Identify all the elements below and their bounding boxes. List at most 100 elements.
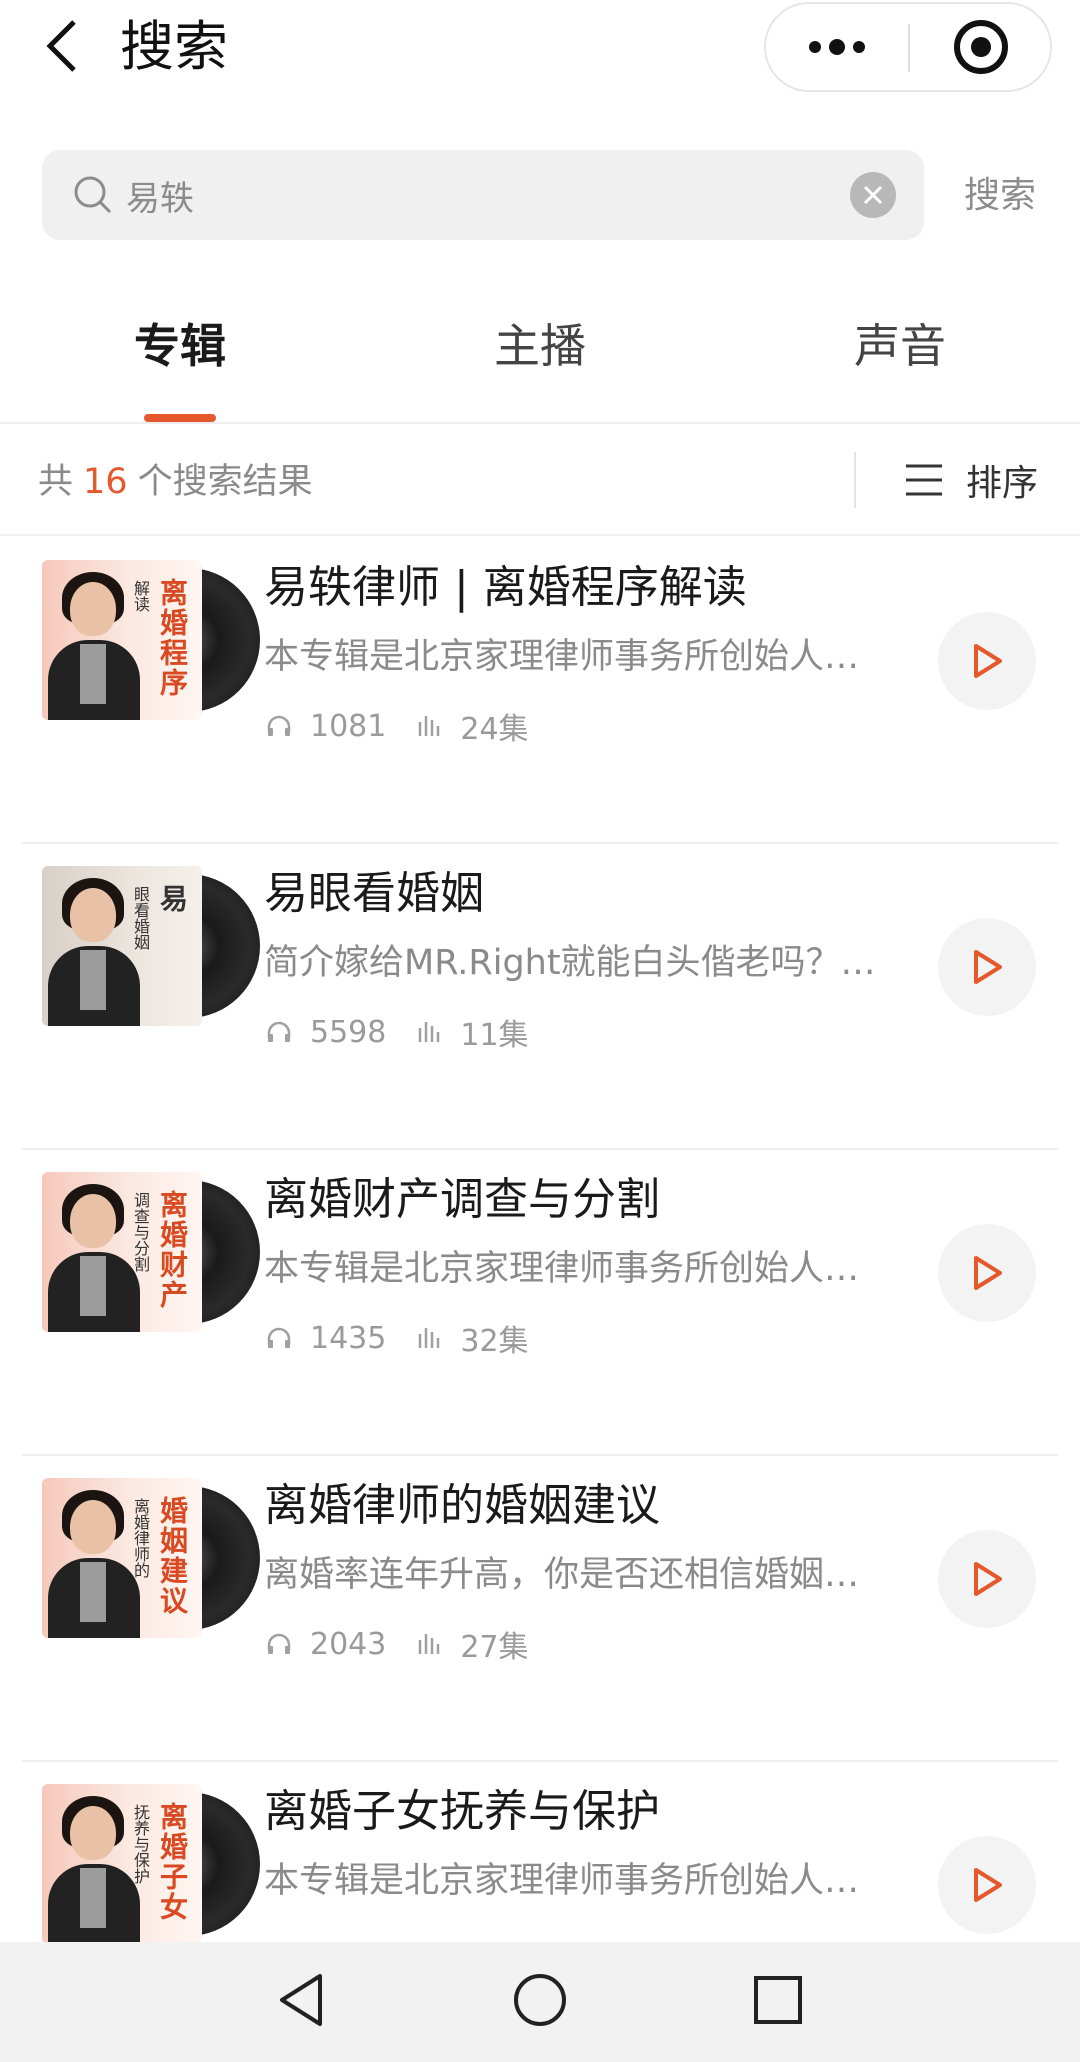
cover-image: 易 眼看婚姻 <box>42 866 202 1026</box>
album-description: 简介嫁给MR.Right就能白头偕老吗？… <box>264 943 876 983</box>
album-meta: 2043 27集 <box>264 1622 529 1666</box>
play-icon <box>974 1562 1002 1596</box>
sort-lines-icon <box>906 464 942 496</box>
clear-search-button[interactable] <box>850 172 896 218</box>
active-tab-indicator <box>144 414 216 422</box>
play-count: 5598 <box>310 1014 387 1050</box>
cover-image: 离婚程序 解读 <box>42 560 202 720</box>
album-cover: 易 眼看婚姻 <box>42 866 260 1026</box>
play-icon <box>974 950 1002 984</box>
close-icon <box>863 185 883 205</box>
header-bar: 搜索 <box>0 0 1080 100</box>
search-input[interactable] <box>126 150 866 240</box>
search-row: 搜索 <box>0 150 1080 242</box>
more-button[interactable] <box>766 4 908 90</box>
album-item[interactable]: 离婚财产 调查与分割 离婚财产调查与分割 本专辑是北京家理律师事务所创始人… 1… <box>22 1150 1058 1456</box>
play-button[interactable] <box>938 1224 1036 1322</box>
summary-divider <box>854 452 856 508</box>
album-title: 易眼看婚姻 <box>264 868 484 919</box>
episodes-bars-icon <box>414 1629 444 1659</box>
album-description: 本专辑是北京家理律师事务所创始人… <box>264 1249 860 1289</box>
headphones-icon <box>264 1017 294 1047</box>
cover-title: 离婚子女 <box>156 1802 189 1922</box>
result-summary-bar: 共 16 个搜索结果 排序 <box>0 426 1080 536</box>
headphones-icon <box>264 711 294 741</box>
cover-subtitle: 调查与分割 <box>131 1192 150 1272</box>
album-item[interactable]: 离婚程序 解读 易轶律师 | 离婚程序解读 本专辑是北京家理律师事务所创始人… … <box>22 538 1058 844</box>
album-list: 离婚程序 解读 易轶律师 | 离婚程序解读 本专辑是北京家理律师事务所创始人… … <box>0 538 1080 1942</box>
episodes-bars-icon <box>414 711 444 741</box>
album-description: 本专辑是北京家理律师事务所创始人… <box>264 1861 860 1901</box>
episode-count: 24集 <box>460 712 529 747</box>
result-count: 16 <box>83 462 128 502</box>
nav-home-icon[interactable] <box>508 1968 572 2032</box>
album-item[interactable]: 易 眼看婚姻 易眼看婚姻 简介嫁给MR.Right就能白头偕老吗？… 5598 … <box>22 844 1058 1150</box>
album-meta: 1435 32集 <box>264 1316 529 1360</box>
tab-anchors[interactable]: 主播 <box>420 316 660 376</box>
result-count-text: 共 16 个搜索结果 <box>38 454 313 510</box>
episode-count: 27集 <box>460 1630 529 1665</box>
play-count: 1435 <box>310 1320 387 1356</box>
more-dots-icon <box>809 39 865 55</box>
tab-sounds[interactable]: 声音 <box>780 316 1020 376</box>
cover-image: 离婚子女 抚养与保护 <box>42 1784 202 1942</box>
album-cover: 离婚财产 调查与分割 <box>42 1172 260 1332</box>
play-button[interactable] <box>938 1530 1036 1628</box>
album-title: 离婚律师的婚姻建议 <box>264 1480 660 1531</box>
nav-back-icon[interactable] <box>270 1968 334 2032</box>
album-item[interactable]: 离婚子女 抚养与保护 离婚子女抚养与保护 本专辑是北京家理律师事务所创始人… <box>22 1762 1058 1942</box>
sort-label: 排序 <box>966 463 1039 504</box>
cover-title: 易 <box>156 884 189 914</box>
mini-program-capsule <box>764 2 1052 92</box>
play-count: 1081 <box>310 708 387 744</box>
cover-title: 离婚程序 <box>156 578 189 698</box>
result-count-suffix: 个搜索结果 <box>137 462 313 502</box>
cover-image: 婚姻建议 离婚律师的 <box>42 1478 202 1638</box>
album-cover: 离婚程序 解读 <box>42 560 260 720</box>
play-icon <box>974 1868 1002 1902</box>
cover-subtitle: 抚养与保护 <box>131 1804 150 1884</box>
cover-image: 离婚财产 调查与分割 <box>42 1172 202 1332</box>
search-box[interactable] <box>42 150 924 240</box>
album-meta: 5598 11集 <box>264 1010 529 1054</box>
play-button[interactable] <box>938 612 1036 710</box>
play-button[interactable] <box>938 918 1036 1016</box>
play-button[interactable] <box>938 1836 1036 1934</box>
system-nav-bar <box>0 1942 1080 2062</box>
album-description: 本专辑是北京家理律师事务所创始人… <box>264 637 860 677</box>
cover-subtitle: 眼看婚姻 <box>131 886 150 950</box>
episodes-bars-icon <box>414 1017 444 1047</box>
tab-albums[interactable]: 专辑 <box>60 316 300 376</box>
play-icon <box>974 1256 1002 1290</box>
category-tabs: 专辑 主播 声音 <box>0 290 1080 424</box>
album-item[interactable]: 婚姻建议 离婚律师的 离婚律师的婚姻建议 离婚率连年升高，你是否还相信婚姻… 2… <box>22 1456 1058 1762</box>
cover-subtitle: 离婚律师的 <box>131 1498 150 1578</box>
close-mini-program-button[interactable] <box>910 4 1052 90</box>
play-icon <box>974 644 1002 678</box>
cover-subtitle: 解读 <box>131 580 150 612</box>
episode-count: 32集 <box>460 1324 529 1359</box>
result-count-prefix: 共 <box>38 462 74 502</box>
search-icon <box>74 176 112 214</box>
headphones-icon <box>264 1629 294 1659</box>
back-button[interactable] <box>32 14 92 78</box>
album-title: 离婚财产调查与分割 <box>264 1174 660 1225</box>
album-cover: 婚姻建议 离婚律师的 <box>42 1478 260 1638</box>
search-submit-button[interactable]: 搜索 <box>964 168 1036 224</box>
cover-title: 婚姻建议 <box>156 1496 189 1616</box>
episodes-bars-icon <box>414 1323 444 1353</box>
headphones-icon <box>264 1323 294 1353</box>
nav-recent-apps-icon[interactable] <box>746 1968 810 2032</box>
cover-title: 离婚财产 <box>156 1190 189 1310</box>
album-title: 离婚子女抚养与保护 <box>264 1786 660 1837</box>
sort-button[interactable]: 排序 <box>904 450 1038 510</box>
album-description: 离婚率连年升高，你是否还相信婚姻… <box>264 1555 860 1595</box>
play-count: 2043 <box>310 1626 387 1662</box>
album-title: 易轶律师 | 离婚程序解读 <box>264 562 747 613</box>
chevron-left-icon <box>46 20 76 72</box>
album-meta: 1081 24集 <box>264 704 529 748</box>
page-title: 搜索 <box>120 15 228 78</box>
target-close-icon <box>954 20 1008 74</box>
album-cover: 离婚子女 抚养与保护 <box>42 1784 260 1942</box>
episode-count: 11集 <box>460 1018 529 1053</box>
